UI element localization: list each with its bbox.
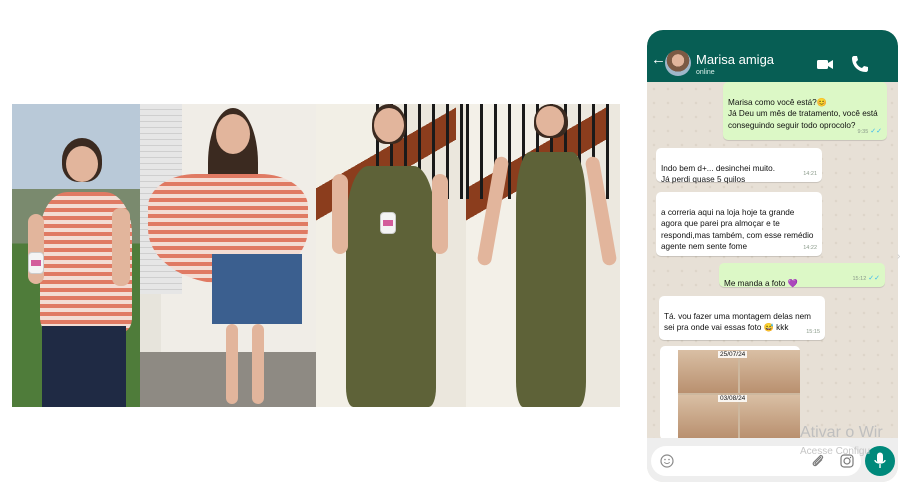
chevron-right-icon: › — [897, 251, 901, 262]
message-time: 15:15 — [806, 328, 820, 335]
photo-date-label: 03/08/24 — [718, 395, 748, 402]
message-time: 14:21 — [803, 170, 817, 177]
message-bubble-incoming[interactable]: Indo bem d+... desinchei muito. Já perdi… — [656, 148, 822, 185]
message-bubble-outgoing[interactable]: Marisa como você está?😊 Já Deu um mês de… — [723, 82, 887, 140]
watermark-line-2: Acesse Configu — [800, 446, 871, 457]
message-meta: 9:35 ✓✓ — [858, 126, 882, 139]
message-text: Marisa como você está?😊 Já Deu um mês de… — [728, 97, 878, 130]
message-bubble-outgoing[interactable]: Me manda a foto 💜 15:12 ✓✓ — [719, 263, 885, 288]
arrow-left-icon[interactable]: ← — [651, 52, 666, 67]
photo-after-full-dress — [466, 104, 620, 407]
message-text: Tá. vou fazer uma montagem delas nem sei… — [664, 311, 811, 333]
message-text: Indo bem d+... desinchei muito. Já perdi… — [661, 163, 776, 185]
chat-phone-screenshot: ← Marisa amiga online Marisa como você e… — [647, 30, 898, 482]
read-ticks-icon: ✓✓ — [870, 127, 882, 135]
phone-icon[interactable] — [850, 54, 870, 74]
message-time: 9:35 — [857, 128, 869, 135]
message-meta: 15:12 ✓✓ — [853, 273, 881, 286]
message-text: a correria aqui na loja hoje ta grande a… — [661, 207, 814, 252]
chat-header: ← Marisa amiga online — [647, 30, 898, 82]
photo-montage[interactable]: 25/07/24 03/08/24 — [678, 350, 800, 438]
message-bubble-incoming[interactable]: a correria aqui na loja hoje ta grande a… — [656, 192, 822, 256]
contact-name[interactable]: Marisa amiga — [696, 52, 774, 67]
message-list[interactable]: Marisa como você está?😊 Já Deu um mês de… — [647, 82, 898, 440]
read-ticks-icon: ✓✓ — [868, 274, 880, 282]
photo-date-label: 25/07/24 — [718, 351, 748, 358]
message-bubble-incoming[interactable]: Tá. vou fazer uma montagem delas nem sei… — [659, 296, 825, 340]
message-text: Me manda a foto 💜 — [724, 278, 798, 288]
message-input-bar — [647, 438, 898, 482]
emoji-icon[interactable] — [660, 454, 674, 468]
contact-status: online — [696, 69, 715, 76]
avatar[interactable] — [665, 50, 691, 76]
photo-after-front — [316, 104, 466, 407]
photo-before-front — [12, 104, 140, 407]
photo-before-loose-clothes — [140, 104, 316, 407]
video-camera-icon[interactable] — [817, 59, 833, 70]
message-time: 15:12 — [852, 275, 867, 282]
image-message[interactable]: 25/07/24 03/08/24 — [660, 346, 800, 440]
microphone-icon — [874, 452, 886, 468]
before-after-photo-collage — [12, 104, 620, 407]
watermark-line-1: Ativar o Wir — [800, 424, 883, 441]
message-time: 14:22 — [803, 244, 817, 251]
